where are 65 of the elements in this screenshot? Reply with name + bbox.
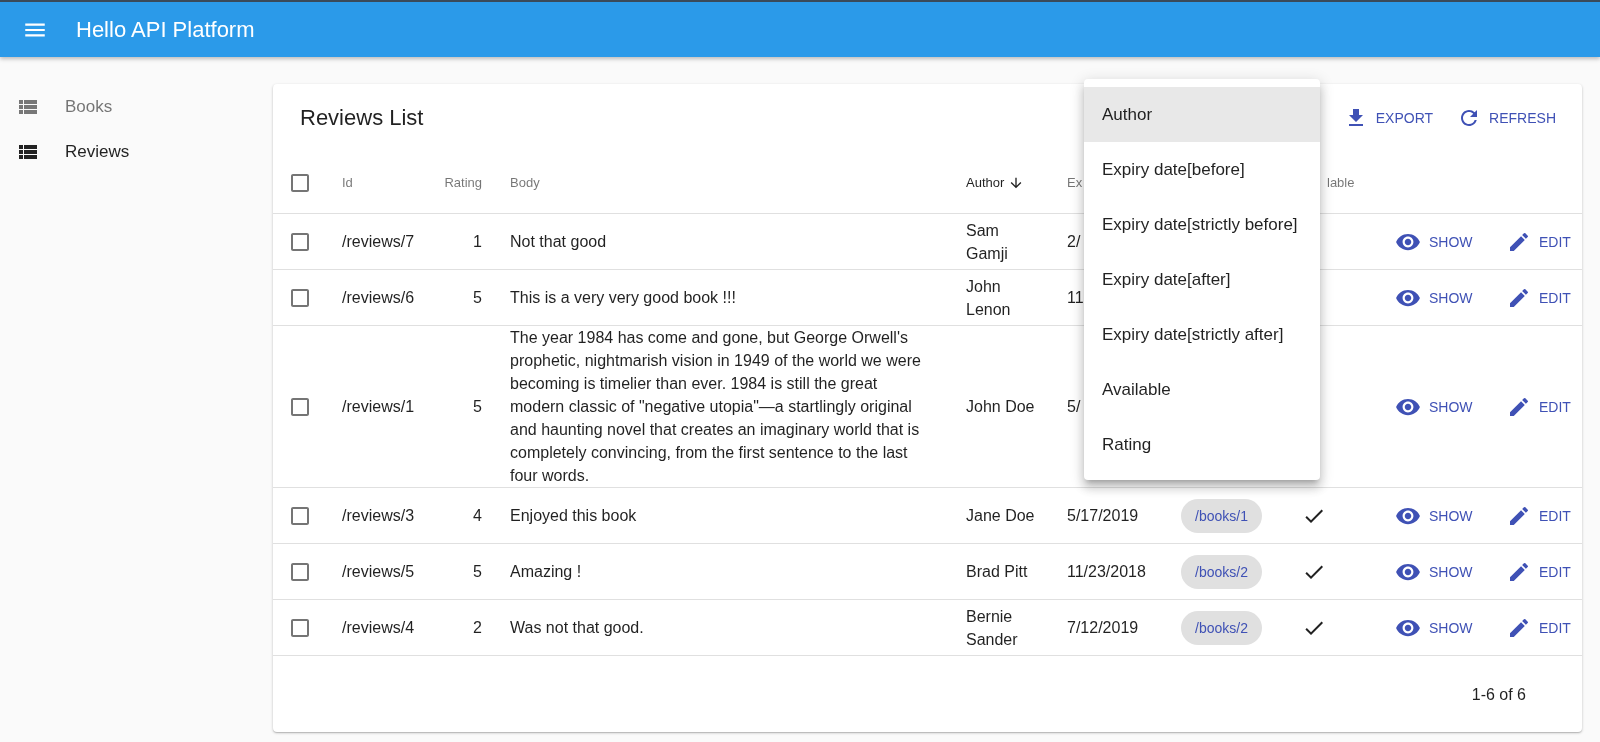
id-cell-text: /reviews/6: [342, 288, 415, 308]
id-cell-text: /reviews/4: [342, 618, 415, 638]
edit-button[interactable]: EDIT: [1507, 394, 1571, 419]
column-header[interactable]: Author: [966, 174, 1025, 191]
book-chip[interactable]: /books/2: [1181, 554, 1262, 589]
author-cell-text: Brad Pitt: [966, 562, 1029, 582]
menu-item[interactable]: Expiry date[strictly before]: [1084, 197, 1320, 252]
column-header[interactable]: Ex: [1067, 175, 1083, 190]
export-button[interactable]: EXPORT: [1335, 100, 1442, 136]
show-button[interactable]: SHOW: [1395, 228, 1473, 255]
body-cell-text: Enjoyed this book: [509, 506, 638, 526]
book-chip[interactable]: /books/2: [1181, 610, 1262, 645]
show-button[interactable]: SHOW: [1395, 614, 1473, 641]
body-cell-text: Not that good: [509, 232, 608, 252]
id-cell-text: /reviews/7: [342, 232, 415, 252]
edit-button[interactable]: EDIT: [1507, 229, 1571, 254]
show-button[interactable]: SHOW: [1395, 393, 1473, 420]
sidebar-item[interactable]: Reviews: [0, 129, 273, 174]
date-cell-text: 2/: [1067, 232, 1081, 252]
sidebar-item[interactable]: Books: [0, 84, 273, 129]
menu-item[interactable]: Rating: [1084, 417, 1320, 472]
body-cell-text: Amazing !: [509, 562, 583, 582]
column-header[interactable]: lable: [1327, 175, 1355, 190]
date-cell-text: 5/17/2019: [1067, 506, 1139, 526]
show-button[interactable]: SHOW: [1395, 558, 1473, 585]
list-title: Reviews List: [300, 105, 424, 131]
rating-cell-text: 5: [473, 288, 482, 308]
date-cell-text: 5/: [1067, 397, 1081, 417]
body-cell-text: The year 1984 has come and gone, but George Orwell's prophetic, nightmarish vision in 1949 of the world we were becoming is timelier than ever. 1984 is still the great modern classic of "negative utopia"—a startlingly original and haunting novel that creates an imaginary world that is completely convincing, from the first sentence to the last four words.: [509, 328, 922, 486]
rating-cell-text: 1: [473, 232, 482, 252]
menu-item[interactable]: Available: [1084, 362, 1320, 417]
date-cell-text: 11/23/2018: [1067, 562, 1146, 582]
edit-button[interactable]: EDIT: [1507, 285, 1571, 310]
menu-item[interactable]: Expiry date[before]: [1084, 142, 1320, 197]
date-cell-text: 11: [1067, 288, 1084, 308]
body-cell-text: Was not that good.: [509, 618, 645, 638]
date-cell-text: 7/12/2019: [1067, 618, 1139, 638]
menu-item[interactable]: Expiry date[after]: [1084, 252, 1320, 307]
column-header[interactable]: Rating: [444, 175, 482, 190]
edit-button[interactable]: EDIT: [1507, 503, 1571, 528]
app-title: Hello API Platform: [76, 16, 255, 43]
body-cell-text: This is a very very good book !!!: [509, 288, 737, 308]
edit-button[interactable]: EDIT: [1507, 615, 1571, 640]
menu-item[interactable]: Expiry date[strictly after]: [1084, 307, 1320, 362]
id-cell-text: /reviews/1: [342, 397, 415, 417]
book-chip[interactable]: /books/1: [1181, 498, 1262, 533]
author-cell-text: Jane Doe: [966, 506, 1036, 526]
column-header[interactable]: Body: [510, 175, 540, 190]
rating-cell-text: 4: [473, 506, 482, 526]
show-button[interactable]: SHOW: [1395, 284, 1473, 311]
id-cell-text: /reviews/3: [342, 506, 415, 526]
pagination-text: 1-6 of 6: [1471, 686, 1526, 704]
rating-cell-text: 2: [473, 618, 482, 638]
author-cell-text: John Doe: [966, 397, 1036, 417]
author-cell-text: John Lenon: [966, 276, 1012, 320]
refresh-button[interactable]: REFRESH: [1449, 100, 1564, 136]
rating-cell-text: 5: [473, 562, 482, 582]
id-cell-text: /reviews/5: [342, 562, 415, 582]
menu-item[interactable]: Author: [1084, 87, 1320, 142]
show-button[interactable]: SHOW: [1395, 502, 1473, 529]
author-cell-text: Sam Gamji: [966, 220, 1009, 264]
author-cell-text: Bernie Sander: [966, 606, 1019, 650]
rating-cell-text: 5: [473, 397, 482, 417]
column-header[interactable]: Id: [342, 175, 353, 190]
edit-button[interactable]: EDIT: [1507, 559, 1571, 584]
